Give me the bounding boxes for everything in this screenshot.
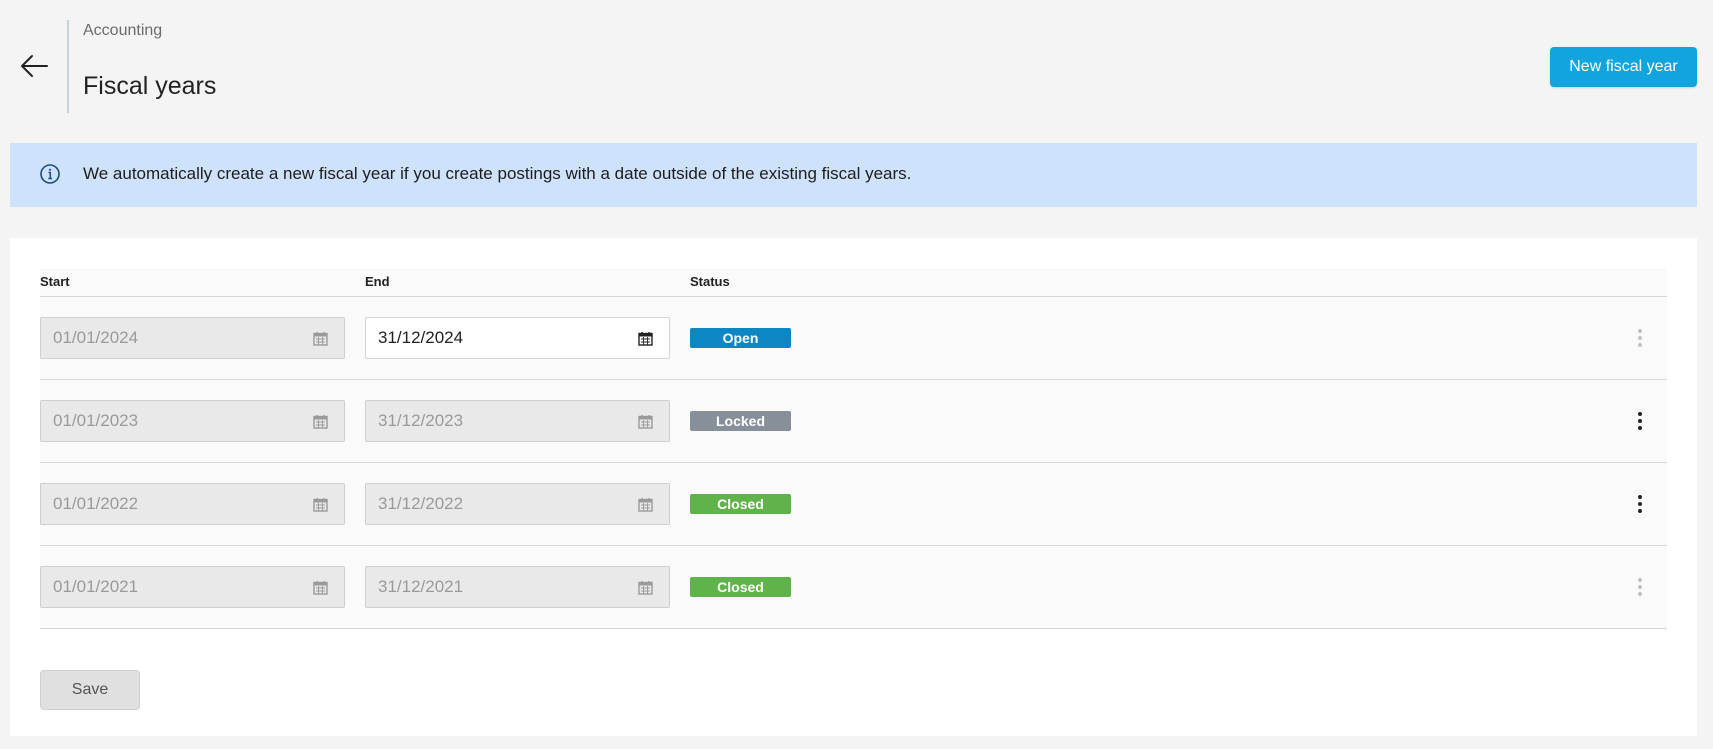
calendar-icon [638,497,653,512]
end-date-value: 31/12/2021 [378,577,464,596]
table-row: 01/01/2021 31/12/2021 Closed [40,546,1667,629]
arrow-left-icon [21,55,48,77]
calendar-icon[interactable] [638,331,653,346]
page-title: Fiscal years [83,72,217,100]
end-date-value: 31/12/2023 [378,411,464,430]
calendar-icon [313,580,328,595]
status-badge: Closed [690,577,791,597]
end-date-value: 31/12/2024 [378,328,464,347]
table-row: 01/01/2023 31/12/2023 Locked [40,380,1667,463]
start-date-value: 01/01/2022 [53,494,139,513]
end-date-field[interactable]: 31/12/2024 [365,317,670,359]
start-date-field: 01/01/2021 [40,566,345,608]
info-circle-icon [40,164,60,184]
column-header-start: Start [40,274,70,289]
fiscal-years-card: Start End Status 01/01/2024 31/12/2024 Ope… [10,238,1697,736]
breadcrumb[interactable]: Accounting [83,22,162,40]
page-header: Accounting Fiscal years New fiscal year [0,0,1713,130]
start-date-field: 01/01/2023 [40,400,345,442]
calendar-icon [313,414,328,429]
start-date-field: 01/01/2022 [40,483,345,525]
end-date-field: 31/12/2022 [365,483,670,525]
more-vertical-icon [1630,323,1650,353]
start-date-value: 01/01/2021 [53,577,139,596]
calendar-icon [313,497,328,512]
end-date-value: 31/12/2022 [378,494,464,513]
header-divider [67,20,69,113]
back-button[interactable] [14,46,54,86]
end-date-field: 31/12/2023 [365,400,670,442]
calendar-icon [638,414,653,429]
save-button[interactable]: Save [40,670,140,710]
fiscal-years-table: Start End Status 01/01/2024 31/12/2024 Ope… [40,268,1667,629]
info-banner: We automatically create a new fiscal yea… [10,143,1697,207]
status-badge: Open [690,328,791,348]
column-header-status: Status [690,274,730,289]
start-date-value: 01/01/2023 [53,411,139,430]
info-text: We automatically create a new fiscal yea… [83,164,912,183]
status-badge: Closed [690,494,791,514]
more-vertical-icon[interactable] [1630,489,1650,519]
calendar-icon [638,580,653,595]
table-header: Start End Status [40,268,1667,297]
new-fiscal-year-button[interactable]: New fiscal year [1550,47,1697,87]
more-vertical-icon [1630,572,1650,602]
table-row: 01/01/2024 31/12/2024 Open [40,297,1667,380]
end-date-field: 31/12/2021 [365,566,670,608]
status-badge: Locked [690,411,791,431]
calendar-icon [313,331,328,346]
more-vertical-icon[interactable] [1630,406,1650,436]
column-header-end: End [365,274,390,289]
start-date-value: 01/01/2024 [53,328,139,347]
table-row: 01/01/2022 31/12/2022 Closed [40,463,1667,546]
start-date-field: 01/01/2024 [40,317,345,359]
